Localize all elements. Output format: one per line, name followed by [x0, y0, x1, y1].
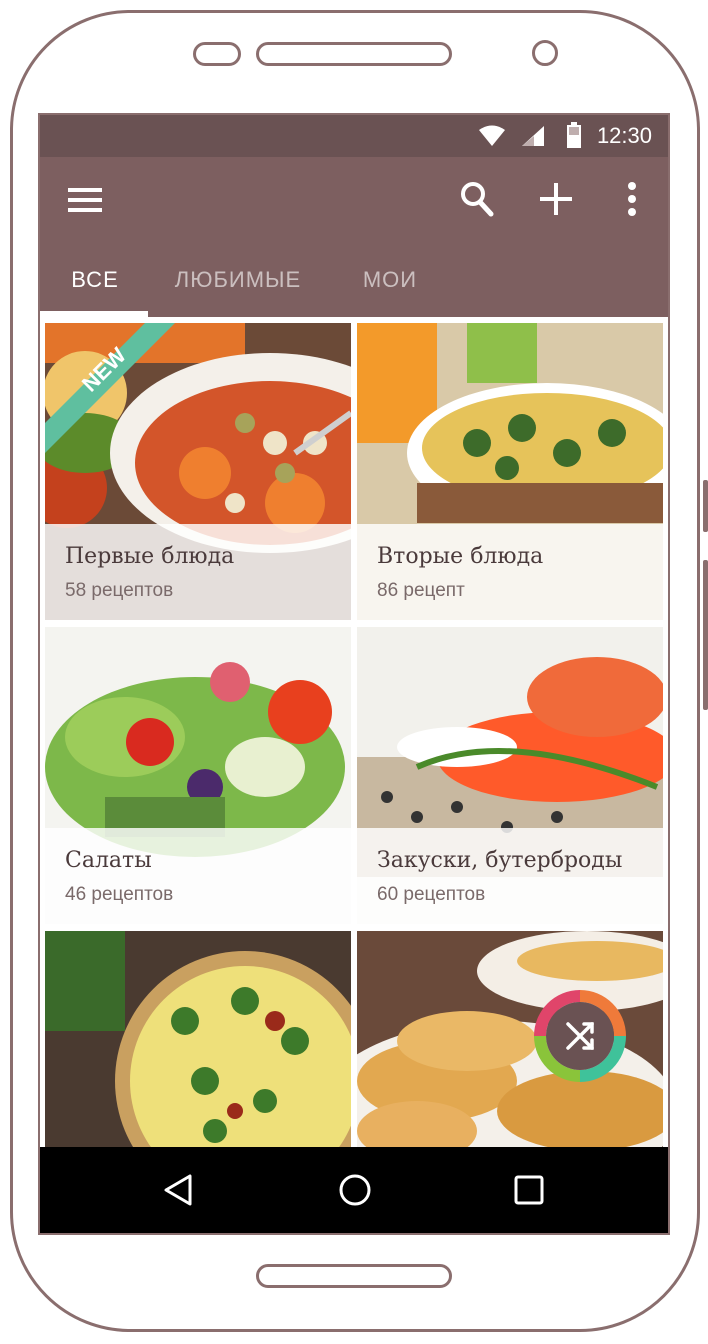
tab-mine[interactable]: МОИ — [340, 251, 440, 317]
signal-icon — [522, 126, 544, 146]
card-count: 46 рецептов — [65, 884, 174, 905]
phone-speaker — [256, 42, 452, 66]
menu-icon[interactable] — [68, 187, 104, 213]
status-bar: 12:30 — [40, 115, 668, 157]
card-count: 58 рецептов — [65, 580, 174, 601]
category-card-soups[interactable]: NEW Первые блюда 58 рецептов — [45, 323, 351, 620]
card-caption: Вторые блюда 86 рецепт — [357, 524, 663, 620]
back-icon[interactable] — [162, 1173, 194, 1207]
card-count: 86 рецепт — [377, 580, 465, 601]
phone-camera — [532, 40, 558, 66]
card-title: Вторые блюда — [377, 544, 544, 569]
status-time: 12:30 — [596, 123, 652, 148]
recents-icon[interactable] — [514, 1175, 544, 1205]
tab-all[interactable]: ВСЕ — [40, 251, 150, 317]
wifi-icon — [479, 125, 505, 146]
power-button — [703, 480, 708, 532]
app-bar: ВСЕ ЛЮБИМЫЕ МОИ — [40, 157, 668, 317]
card-title: Закуски, бутерброды — [377, 848, 623, 873]
card-title: Первые блюда — [65, 544, 235, 569]
card-caption: Закуски, бутерброды 60 рецептов — [357, 828, 663, 924]
category-card-snacks[interactable]: Закуски, бутерброды 60 рецептов — [357, 627, 663, 924]
card-caption: Первые блюда 58 рецептов — [45, 524, 351, 620]
battery-icon — [567, 122, 581, 148]
search-icon[interactable] — [460, 181, 494, 217]
volume-button — [703, 560, 708, 710]
shuffle-fab[interactable] — [532, 988, 628, 1084]
more-vert-icon[interactable] — [626, 181, 638, 217]
tab-favorites[interactable]: ЛЮБИМЫЕ — [158, 251, 318, 317]
card-caption: Салаты 46 рецептов — [45, 828, 351, 924]
phone-bottom-speaker — [256, 1264, 452, 1288]
category-card-main-dishes[interactable]: Вторые блюда 86 рецепт — [357, 323, 663, 620]
tab-bar: ВСЕ ЛЮБИМЫЕ МОИ — [40, 251, 668, 317]
category-card-salads[interactable]: Салаты 46 рецептов — [45, 627, 351, 924]
card-title: Салаты — [65, 848, 152, 873]
card-count: 60 рецептов — [377, 884, 486, 905]
add-icon[interactable] — [538, 181, 574, 217]
home-icon[interactable] — [338, 1173, 372, 1207]
new-badge: NEW — [45, 323, 175, 453]
phone-earpiece — [193, 42, 241, 66]
screen: 12:30 ВСЕ ЛЮБИМЫЕ МОИ NEW Первые блюда 5… — [38, 113, 670, 1235]
nav-bar — [40, 1147, 668, 1233]
